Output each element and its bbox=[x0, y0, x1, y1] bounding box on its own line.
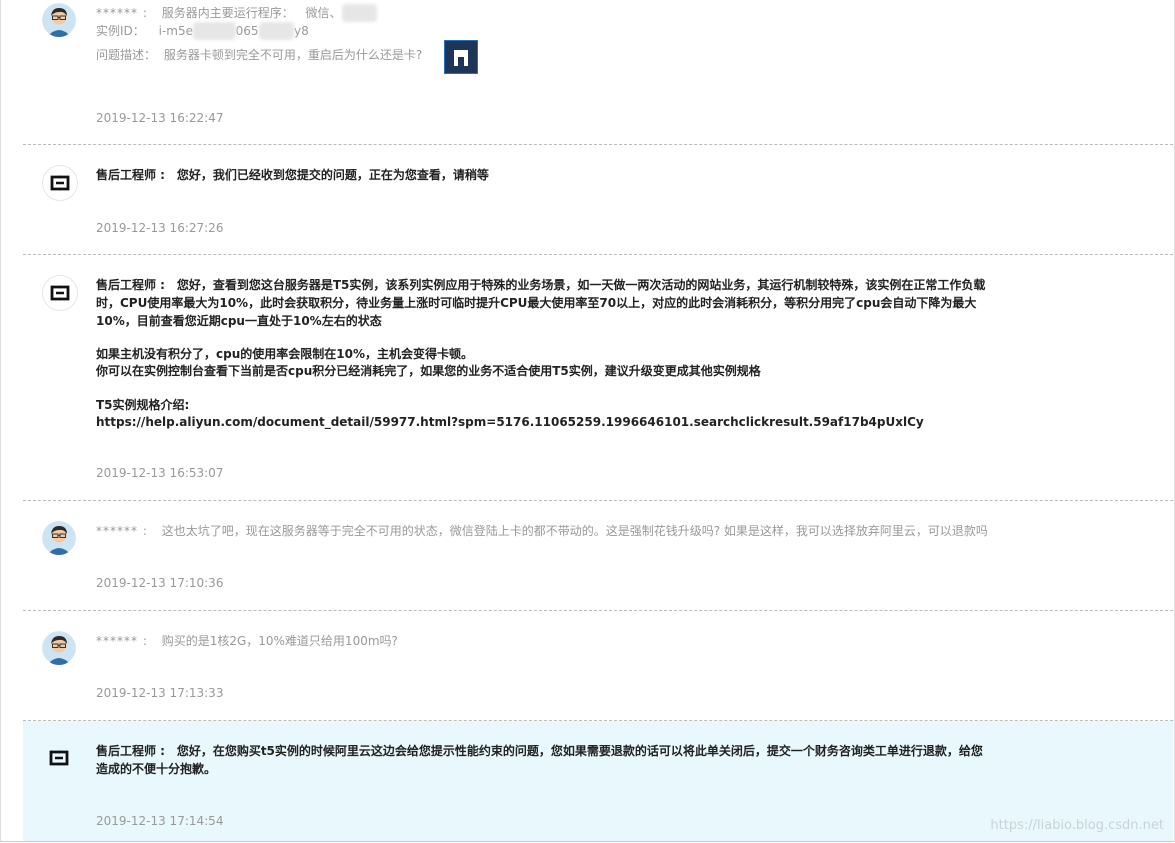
field-value: 065 bbox=[235, 24, 259, 38]
message-text: 你可以在实例控制台查看下当前是否cpu积分已经消耗完了，如果您的业务不适合使用T… bbox=[96, 364, 761, 378]
engineer-message-line: 售后工程师 : 您好，查看到您这台服务器是T5实例，该系列实例应用于特殊的业务场… bbox=[96, 276, 985, 294]
message-text: 您好，查看到您这台服务器是T5实例，该系列实例应用于特殊的业务场景，如一天做一两… bbox=[176, 278, 986, 292]
redacted-text: xxxxx bbox=[341, 4, 378, 22]
field-label: 实例ID： bbox=[96, 24, 145, 38]
message-text: T5实例规格介绍: bbox=[96, 398, 190, 412]
redacted-text: xxxxx bbox=[258, 22, 295, 40]
message-entry-user: ****** : 这也太坑了吧，现在这服务器等于完全不可用的状态，微信登陆上卡的… bbox=[23, 501, 1173, 609]
doc-link[interactable]: https://help.aliyun.com/document_detail/… bbox=[96, 413, 924, 431]
message-text: 您好，我们已经收到您提交的问题，正在为您查看，请稍等 bbox=[176, 168, 489, 182]
message-entry-user: ****** : 购买的是1核2G，10%难道只给用100m吗? 2019-12… bbox=[23, 611, 1173, 719]
watermark: https://liabio.blog.csdn.net bbox=[990, 818, 1164, 833]
attachment-thumbnail[interactable] bbox=[444, 40, 478, 74]
message-author: 售后工程师 : bbox=[96, 278, 165, 292]
message-timestamp: 2019-12-13 17:14:54 bbox=[96, 814, 224, 828]
message-timestamp: 2019-12-13 17:10:36 bbox=[96, 576, 224, 590]
ticket-conversation: ****** : 服务器内主要运行程序： 微信、xxxxx 实例ID： i-m5… bbox=[0, 0, 1175, 842]
message-timestamp: 2019-12-13 17:13:33 bbox=[96, 686, 224, 700]
message-text: 10%，目前查看您近期cpu一直处于10%左右的状态 bbox=[96, 314, 382, 328]
message-author: 售后工程师 : bbox=[96, 168, 165, 182]
message-text: 这也太坑了吧，现在这服务器等于完全不可用的状态，微信登陆上卡的都不带动的。这是强… bbox=[161, 524, 988, 538]
user-message-line: ****** : 服务器内主要运行程序： 微信、xxxxx bbox=[96, 4, 378, 22]
message-author: 售后工程师 : bbox=[96, 744, 165, 758]
field-value: 服务器卡顿到完全不可用，重启后为什么还是卡? bbox=[163, 48, 423, 62]
message-text: 您好，在您购买t5实例的时候阿里云这边会给您提示性能约束的问题，您如果需要退款的… bbox=[176, 744, 983, 758]
field-label: 服务器内主要运行程序： bbox=[161, 6, 294, 20]
field-label: 问题描述： bbox=[96, 48, 157, 62]
aliyun-logo-icon bbox=[42, 741, 76, 775]
message-timestamp: 2019-12-13 16:22:47 bbox=[96, 111, 224, 125]
user-message-line: ****** : 购买的是1核2G，10%难道只给用100m吗? bbox=[96, 632, 398, 650]
message-text: 造成的不便十分抱歉。 bbox=[96, 762, 217, 776]
message-timestamp: 2019-12-13 16:27:26 bbox=[96, 221, 224, 235]
user-message-line: 问题描述： 服务器卡顿到完全不可用，重启后为什么还是卡? bbox=[96, 46, 422, 64]
message-entry-user: ****** : 服务器内主要运行程序： 微信、xxxxx 实例ID： i-m5… bbox=[23, 0, 1173, 143]
message-text: 时，CPU使用率最大为10%，此时会获取积分，待业务量上涨时可临时提升CPU最大… bbox=[96, 296, 977, 310]
user-message-line: 实例ID： i-m5exxxxxx065xxxxxy8 bbox=[96, 22, 309, 40]
engineer-message-line: 售后工程师 : 您好，我们已经收到您提交的问题，正在为您查看，请稍等 bbox=[96, 166, 489, 184]
message-timestamp: 2019-12-13 16:53:07 bbox=[96, 466, 224, 480]
user-avatar-icon bbox=[42, 521, 76, 555]
message-author: ****** : bbox=[96, 6, 148, 20]
message-author: ****** : bbox=[96, 634, 148, 648]
field-value: y8 bbox=[294, 24, 309, 38]
aliyun-logo-icon bbox=[42, 275, 78, 311]
message-author: ****** : bbox=[96, 524, 148, 538]
message-text: 如果主机没有积分了，cpu的使用率会限制在10%，主机会变得卡顿。 bbox=[96, 347, 473, 361]
redacted-text: xxxxxx bbox=[192, 22, 236, 40]
message-entry-engineer: 售后工程师 : 您好，查看到您这台服务器是T5实例，该系列实例应用于特殊的业务场… bbox=[23, 255, 1173, 499]
user-avatar-icon bbox=[42, 3, 76, 37]
field-value: 微信、 bbox=[305, 6, 342, 20]
aliyun-logo-icon bbox=[42, 165, 78, 201]
message-text: 购买的是1核2G，10%难道只给用100m吗? bbox=[161, 634, 398, 648]
user-avatar-icon bbox=[42, 631, 76, 665]
field-value: i-m5e bbox=[158, 24, 193, 38]
message-entry-engineer: 售后工程师 : 您好，我们已经收到您提交的问题，正在为您查看，请稍等 2019-… bbox=[23, 145, 1173, 253]
user-message-line: ****** : 这也太坑了吧，现在这服务器等于完全不可用的状态，微信登陆上卡的… bbox=[96, 522, 988, 540]
engineer-message-line: 售后工程师 : 您好，在您购买t5实例的时候阿里云这边会给您提示性能约束的问题，… bbox=[96, 742, 983, 760]
